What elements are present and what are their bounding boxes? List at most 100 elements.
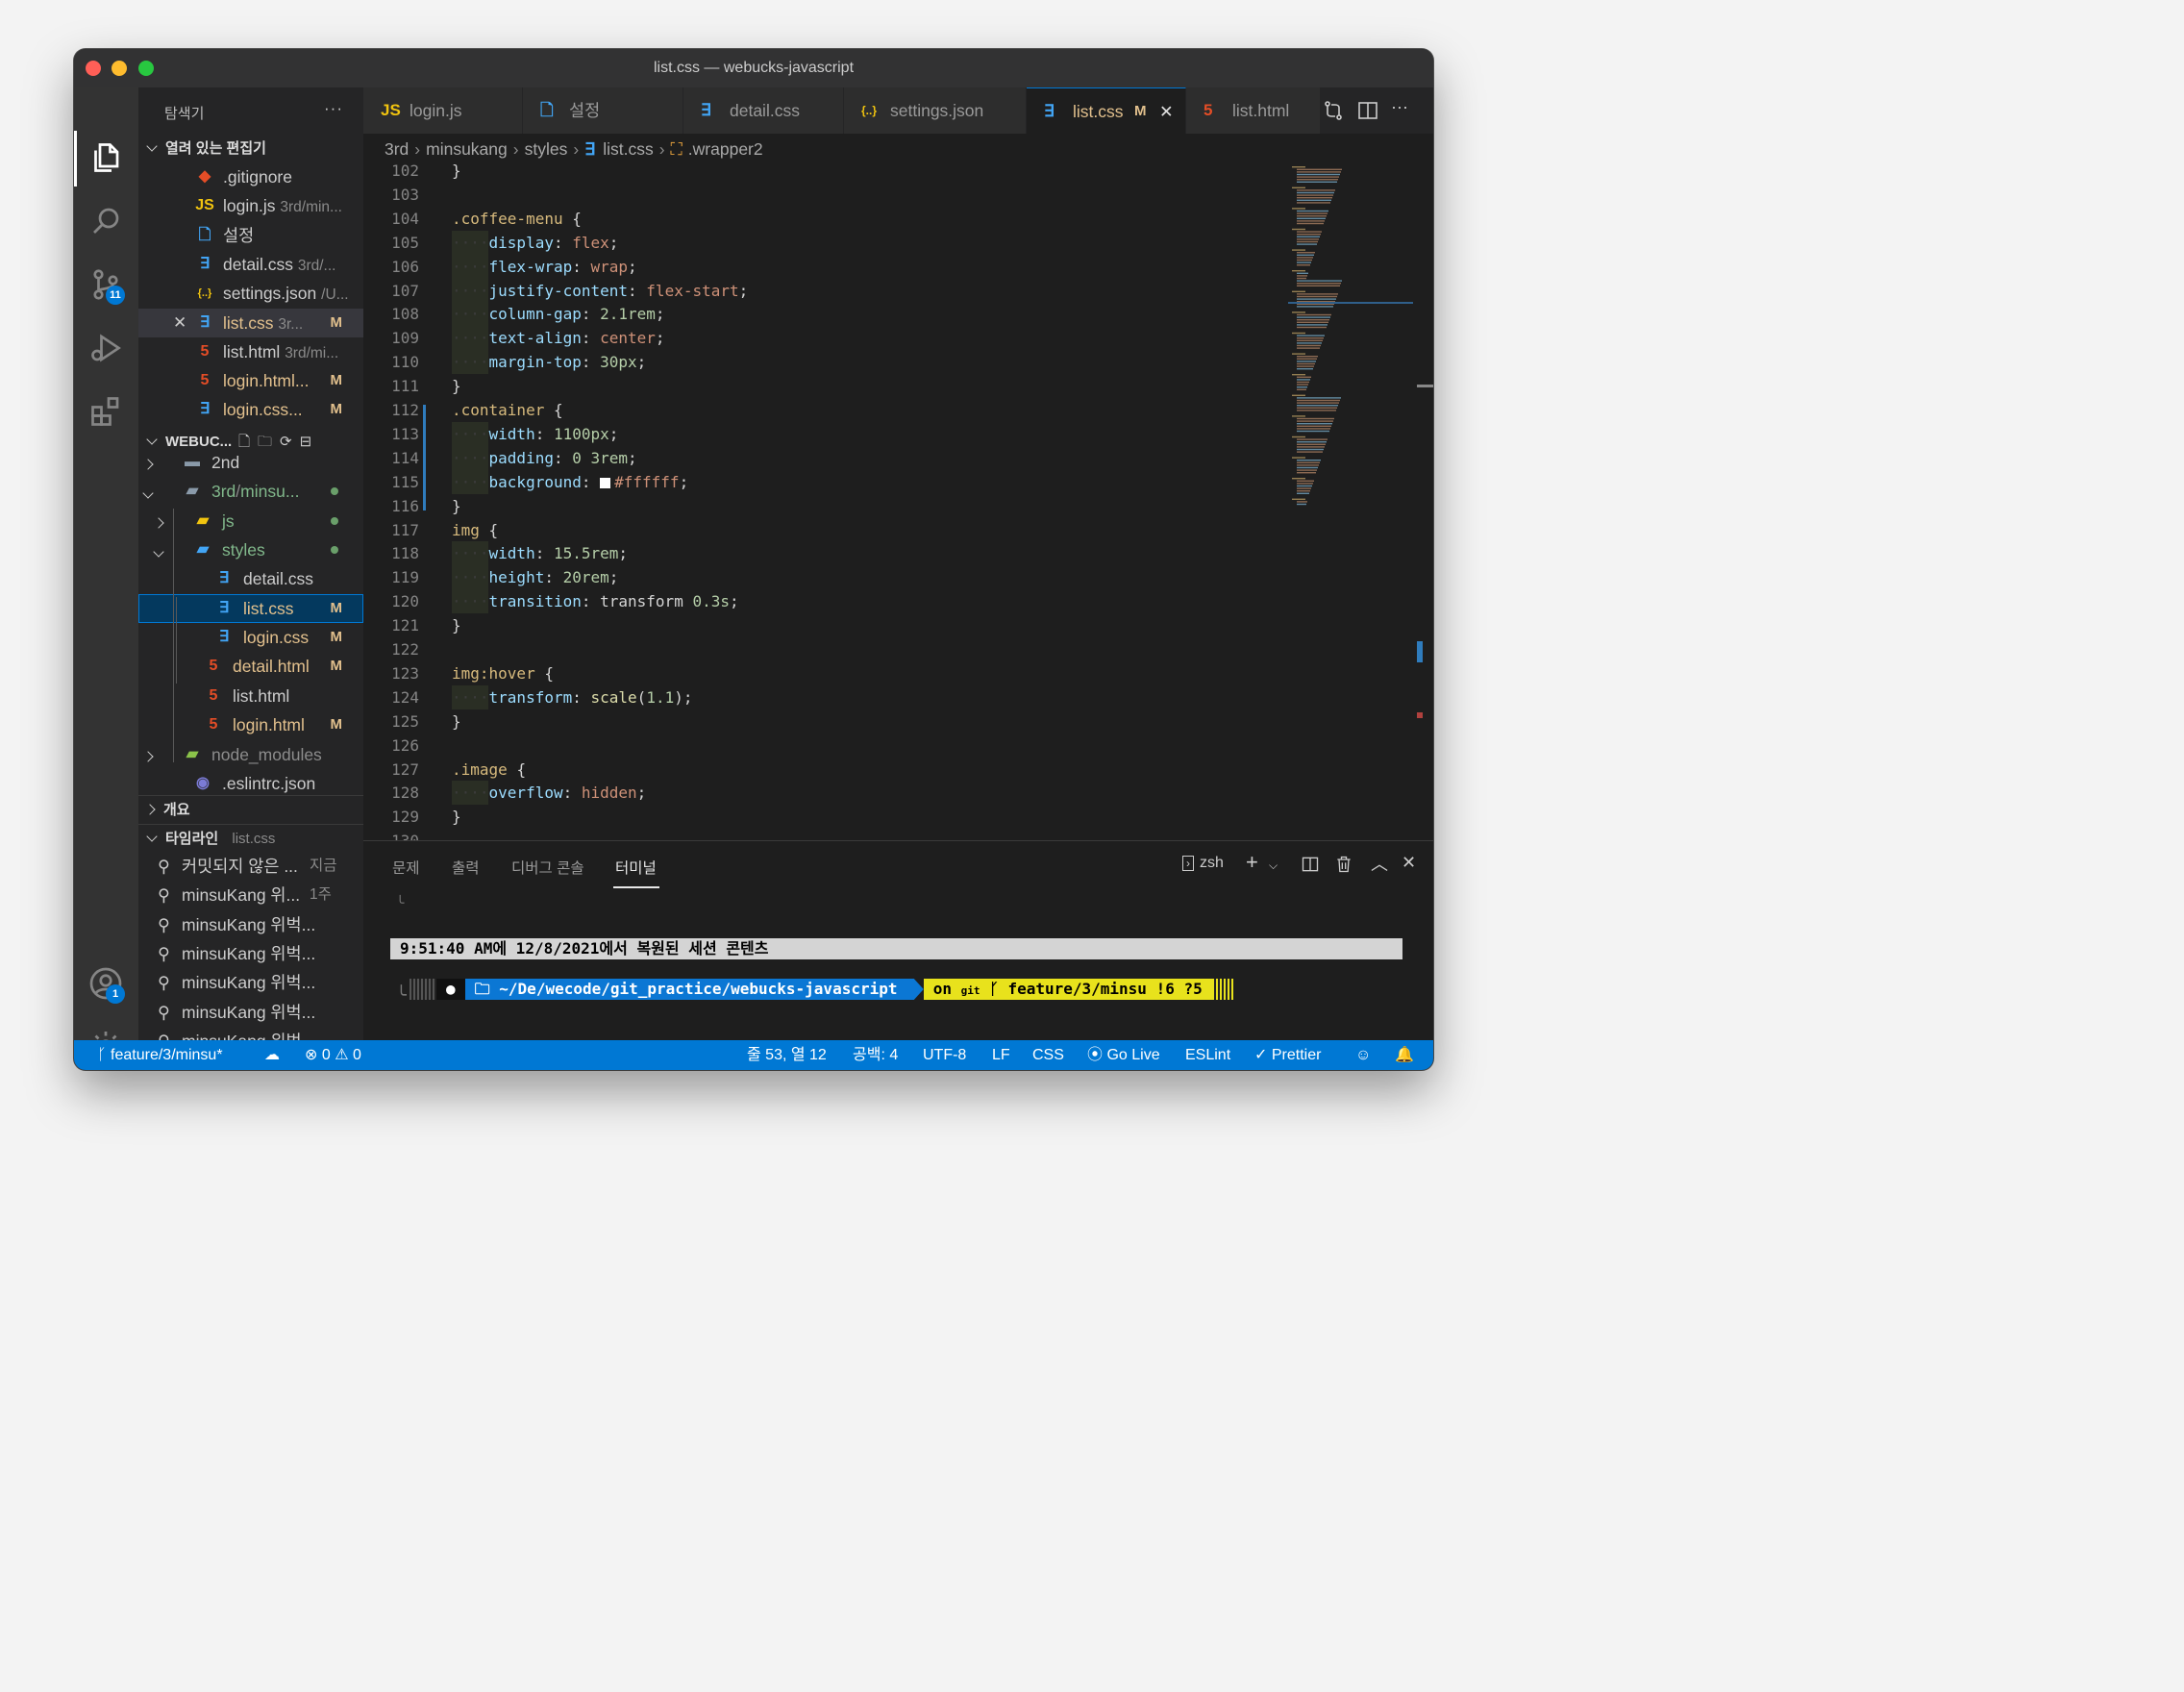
timeline-header[interactable]: 타임라인 list.css [138,824,363,853]
tree-item[interactable]: ▰ 3rd/minsu... [138,477,363,506]
js-icon: JS [195,197,214,214]
code-line: .coffee-menu { [452,209,582,228]
problems-status[interactable]: ⊗ 0 ⚠ 0 [305,1040,361,1070]
terminal-line-marker: ╰ [396,985,407,1005]
run-debug-icon[interactable] [86,328,126,368]
tab-list-html[interactable]: 5 list.html [1186,87,1321,134]
sync-icon[interactable]: ☁ [264,1040,280,1070]
code-line: } [452,616,461,635]
encoding-status[interactable]: UTF-8 [923,1040,966,1070]
timeline-item[interactable]: ⚲ 커밋되지 않은 ... 지금 [138,852,363,881]
open-editor-item[interactable]: JS login.js 3rd/min... [138,191,363,220]
close-icon[interactable]: ✕ [173,309,186,337]
line-number: 124 [391,687,419,707]
tab-terminal[interactable]: 터미널 [615,857,657,878]
minimap-line [1297,240,1318,243]
tree-item[interactable]: ◉ .eslintrc.json [138,769,363,798]
open-editor-item[interactable]: 5 list.html 3rd/mi... [138,337,363,366]
minimap[interactable] [1288,164,1413,510]
terminal-shell-selector[interactable]: › zsh [1182,855,1224,872]
zoom-window-button[interactable] [138,61,154,76]
tab-output[interactable]: 출력 [452,857,480,878]
minimize-window-button[interactable] [112,61,127,76]
search-icon[interactable] [86,201,126,241]
split-terminal-icon[interactable] [1301,855,1320,874]
terminal-prompt[interactable]: ● 🗀 ~/De/wecode/git_practice/webucks-jav… [410,979,1233,1000]
commit-icon: ⚲ [158,973,170,993]
extensions-icon[interactable] [86,391,126,432]
tab-problems[interactable]: 문제 [392,857,420,878]
breadcrumb-item[interactable]: .wrapper2 [688,139,763,159]
indentation-status[interactable]: 공백: 4 [853,1040,898,1070]
outline-header[interactable]: 개요 [138,795,363,824]
chevron-down-icon [153,546,164,558]
open-editor-item[interactable]: 5 login.html... M [138,366,363,395]
prettier-status[interactable]: ✓ Prettier [1254,1040,1321,1070]
feedback-icon[interactable]: ☺ [1355,1040,1371,1070]
open-editor-item[interactable]: {..} settings.json /U... [138,279,363,308]
minimap-line [1297,202,1330,204]
chevron-down-icon[interactable]: ⌵ [1269,858,1278,873]
line-number: 107 [391,281,419,300]
tab-list-css[interactable]: ∃ list.css M ✕ [1027,87,1186,134]
css-icon: ∃ [701,101,711,119]
timeline-item[interactable]: ⚲ minsuKang 위벅... [138,910,363,939]
eol-status[interactable]: LF [992,1040,1010,1070]
new-terminal-icon[interactable]: + [1246,850,1258,875]
minimap-line [1297,438,1328,440]
open-editor-item[interactable]: ∃ detail.css 3rd/... [138,250,363,279]
tree-item[interactable]: ▬ 2nd [138,448,363,477]
minimap-line [1292,498,1305,500]
compare-changes-icon[interactable] [1322,99,1345,122]
timeline-item[interactable]: ⚲ minsuKang 위벅... [138,968,363,997]
code-editor[interactable]: 102 } 103 104 .coffee-menu { 105 ····dis… [363,164,1433,840]
account-badge: 1 [106,984,125,1004]
explorer-icon[interactable] [86,137,126,178]
more-actions-icon[interactable]: ··· [1391,97,1408,117]
trash-icon[interactable] [1334,855,1353,874]
tab-settings-json[interactable]: {..} settings.json [844,87,1027,134]
tab-detail-css[interactable]: ∃ detail.css [683,87,844,134]
tree-guide [176,597,177,684]
breadcrumb-item[interactable]: list.css [603,139,654,159]
close-tab-icon[interactable]: ✕ [1159,88,1174,135]
line-number: 103 [391,185,419,204]
css-icon: ∃ [584,139,596,159]
language-status[interactable]: CSS [1032,1040,1064,1070]
code-line: } [452,808,461,827]
split-editor-icon[interactable] [1356,99,1379,122]
bell-icon[interactable]: 🔔 [1395,1040,1414,1070]
breadcrumb-item[interactable]: styles [525,139,568,159]
go-live-button[interactable]: ⦿ Go Live [1087,1040,1160,1070]
eslint-status[interactable]: ESLint [1185,1040,1230,1070]
minimap-line [1297,337,1324,339]
timeline-item[interactable]: ⚲ minsuKang 위... 1주 [138,881,363,909]
breadcrumb-item[interactable]: minsukang [426,139,508,159]
maximize-panel-icon[interactable]: ︿ [1371,851,1388,876]
close-window-button[interactable] [86,61,101,76]
timeline-item[interactable]: ⚲ minsuKang 위벅... [138,998,363,1027]
line-number: 102 [391,164,419,180]
minimap-line [1297,379,1310,381]
branch-status[interactable]: ᚴ feature/3/minsu* [97,1040,223,1070]
minimap-line [1292,435,1305,438]
minimap-line [1297,176,1339,178]
minimap-line [1297,490,1310,492]
open-editor-item[interactable]: ✕ ∃ list.css 3r... M [138,308,363,337]
close-panel-icon[interactable]: ✕ [1402,853,1416,873]
tab---[interactable]: 🗋 설정 [523,87,683,134]
open-editor-item[interactable]: ◆ .gitignore [138,162,363,191]
timeline-item[interactable]: ⚲ minsuKang 위벅... [138,939,363,968]
html-icon: 5 [200,372,210,389]
editor-scrollbar[interactable] [1415,164,1433,840]
tab-debug-console[interactable]: 디버그 콘솔 [511,857,584,878]
open-editor-item[interactable]: 🗋 설정 [138,221,363,250]
explorer-more-button[interactable]: ··· [324,99,343,118]
scroll-position-marker [1417,385,1433,387]
breadcrumb-item[interactable]: 3rd [385,139,409,159]
tab-login-js[interactable]: JS login.js [363,87,523,134]
cursor-position[interactable]: 줄 53, 열 12 [747,1040,827,1070]
timeline-item[interactable]: ⚲ minsuKang 위벅... [138,1027,363,1040]
open-editors-header[interactable]: 열려 있는 편집기 [138,137,363,162]
open-editor-item[interactable]: ∃ login.css... M [138,395,363,424]
